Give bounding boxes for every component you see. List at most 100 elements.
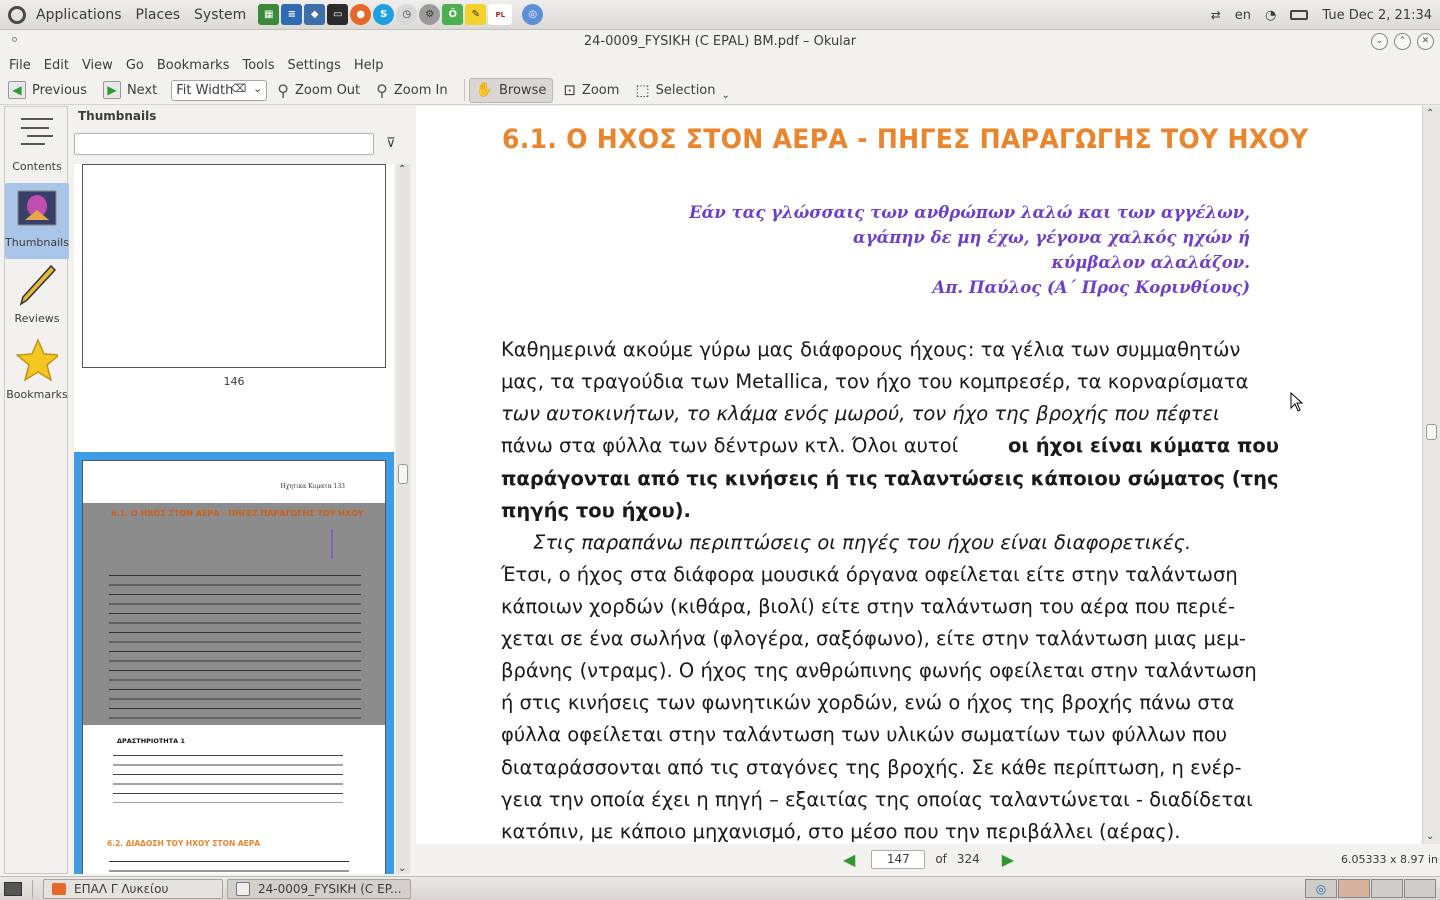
text-line: Στις παραπάνω περιπτώσεις οι πηγές του ή… — [533, 531, 1192, 554]
previous-page-arrow-icon[interactable]: ◀ — [843, 850, 855, 869]
zoom-mode-value: Fit Width — [176, 82, 234, 98]
text-line: των αυτοκινήτων, το κλάμα ενός μωρού, το… — [501, 402, 1220, 425]
menu-go[interactable]: Go — [126, 58, 144, 73]
workspace-1[interactable]: ◎ — [1305, 879, 1337, 898]
menu-tools[interactable]: Tools — [242, 58, 274, 73]
zoom-in-button[interactable]: ⚲ Zoom In — [370, 78, 453, 103]
chromium-launcher-icon[interactable]: ◎ — [522, 4, 544, 25]
system-menu[interactable]: System — [194, 7, 246, 23]
window-titlebar: 24-0009_FYSIKH (C EPAL) BM.pdf – Okular … — [0, 30, 1440, 54]
menu-edit[interactable]: Edit — [44, 58, 69, 73]
thumbnail-section2: 6.2. ΔΙΑΔΟΣΗ ΤΟΥ ΗΧΟΥ ΣΤΟΝ ΑΕΡΑ — [107, 839, 261, 848]
scroll-up-arrow[interactable]: ⌃ — [1426, 108, 1434, 119]
thumbnail-selection[interactable]: Ηχητικα Κυματα 133 6.1. Ο ΗΧΟΣ ΣΤΟΝ ΑΕΡΑ… — [74, 452, 394, 874]
previous-button[interactable]: ◀ Previous — [2, 78, 93, 103]
menu-view[interactable]: View — [82, 58, 113, 73]
next-page-arrow-icon[interactable]: ▶ — [1002, 850, 1014, 869]
text-line-bold: οι ήχοι είναι κύματα που — [1008, 434, 1279, 457]
section-heading: 6.1. Ο ΗΧΟΣ ΣΤΟΝ ΑΕΡΑ - ΠΗΓΕΣ ΠΑΡΑΓΩΓΗΣ … — [502, 124, 1309, 155]
chevron-down-icon[interactable]: ⌄ — [253, 82, 262, 95]
page-number-input[interactable]: 147 — [871, 849, 926, 869]
zoom-out-button[interactable]: ⚲ Zoom Out — [271, 78, 366, 103]
zoom-tool-label: Zoom — [581, 82, 620, 98]
ubuntu-logo-icon[interactable] — [8, 5, 26, 24]
pin-icon[interactable] — [12, 37, 17, 42]
thumbnail-section2-lines — [109, 857, 349, 874]
thumbnail-list[interactable]: 146 Ηχητικα Κυματα 133 6.1. Ο ΗΧΟΣ ΣΤΟΝ … — [74, 164, 394, 874]
show-desktop-icon[interactable] — [4, 881, 22, 896]
clear-icon[interactable]: ⌫ — [231, 82, 247, 95]
workspace-3[interactable] — [1371, 879, 1403, 898]
maximize-button[interactable]: ⌃ — [1394, 33, 1411, 50]
projectlibre-launcher-icon[interactable]: PL — [488, 4, 513, 25]
hand-icon: ✋ — [475, 82, 493, 98]
zoom-tool-icon: ⊡ — [563, 81, 576, 99]
filter-icon[interactable]: ⊽ — [386, 136, 406, 154]
settings-launcher-icon[interactable]: ⚙ — [419, 4, 441, 25]
network-tray-icon[interactable]: ⇄ — [1211, 8, 1221, 22]
menu-file[interactable]: File — [9, 58, 31, 73]
document-launcher-icon[interactable]: ≡ — [281, 4, 303, 25]
close-button[interactable]: ✕ — [1417, 33, 1434, 50]
quote-line: αγάπην δε μη έχω, γέγονα χαλκός ηχών ή — [853, 228, 1250, 247]
task-okular[interactable]: 24-0009_FYSIKH (C EP... — [227, 878, 411, 899]
page-size-label: 6.05333 x 8.97 in — [1340, 852, 1438, 866]
document-scrollbar[interactable]: ⌃ ⌄ — [1422, 106, 1440, 844]
task-folder[interactable]: ΕΠΑΛ Γ Λυκείου — [43, 878, 223, 899]
nav-reviews-label: Reviews — [14, 312, 60, 325]
thumbnail-search-input[interactable] — [74, 133, 374, 155]
minimize-button[interactable]: ⌄ — [1371, 33, 1388, 50]
zoom-mode-select[interactable]: Fit Width ⌫ ⌄ — [171, 79, 268, 101]
menu-bookmarks[interactable]: Bookmarks — [157, 58, 230, 73]
terminal-launcher-icon[interactable]: ▭ — [327, 4, 349, 25]
nav-thumbnails[interactable]: Thumbnails — [5, 183, 69, 259]
virtualbox-launcher-icon[interactable]: ◆ — [304, 4, 326, 25]
notes-launcher-icon[interactable]: ✎ — [465, 4, 487, 25]
text-line-bold: πηγής του ήχου). — [501, 499, 691, 522]
skype-launcher-icon[interactable]: S — [373, 4, 395, 25]
nav-reviews[interactable]: Reviews — [5, 259, 69, 335]
scroll-down-arrow[interactable]: ⌄ — [398, 863, 406, 874]
firefox-launcher-icon[interactable]: ● — [350, 4, 372, 25]
nav-contents[interactable]: Contents — [5, 107, 69, 183]
thumbnail-page-146[interactable] — [82, 164, 386, 368]
battery-icon[interactable] — [1290, 10, 1309, 20]
thumbnails-panel: Thumbnails ⊽ 146 Ηχητικα Κυματα 133 6.1.… — [72, 106, 412, 874]
clock-launcher-icon[interactable]: ◷ — [396, 4, 418, 25]
selection-tool-button[interactable]: ⬚ Selection ⌄ — [629, 78, 736, 103]
thumbnail-page-147[interactable]: Ηχητικα Κυματα 133 6.1. Ο ΗΧΟΣ ΣΤΟΝ ΑΕΡΑ… — [82, 460, 386, 874]
scroll-thumb[interactable] — [1426, 424, 1437, 440]
places-menu[interactable]: Places — [136, 7, 181, 23]
chevron-down-icon[interactable]: ⌄ — [722, 90, 730, 101]
next-button[interactable]: ▶ Next — [97, 78, 163, 103]
sticky-launcher-icon[interactable]: Ö — [442, 4, 464, 25]
pencil-icon — [16, 263, 58, 306]
scroll-thumb[interactable] — [398, 464, 408, 484]
spreadsheet-launcher-icon[interactable]: ▦ — [258, 4, 280, 25]
wifi-icon[interactable]: ◔ — [1265, 8, 1276, 23]
thumbnail-scrollbar[interactable]: ⌃ ⌄ — [396, 164, 410, 874]
thumbnail-quote — [193, 529, 333, 559]
menu-settings[interactable]: Settings — [288, 58, 341, 73]
workspace-2[interactable] — [1338, 879, 1370, 898]
clock-display[interactable]: Tue Dec 2, 21:34 — [1322, 8, 1432, 23]
browse-tool-button[interactable]: ✋ Browse — [468, 77, 554, 103]
keyboard-language[interactable]: en — [1235, 8, 1251, 23]
main-toolbar: ◀ Previous ▶ Next Fit Width ⌫ ⌄ ⚲ Zoom O… — [0, 76, 1440, 105]
text-line: Καθημερινά ακούμε γύρω μας διάφορους ήχο… — [501, 338, 1241, 361]
workspace-4[interactable] — [1404, 879, 1436, 898]
quote-line: Εάν τας γλώσσαις των ανθρώπων λαλώ και τ… — [689, 203, 1250, 222]
scroll-down-arrow[interactable]: ⌄ — [1426, 831, 1434, 842]
scroll-up-arrow[interactable]: ⌃ — [398, 164, 406, 175]
workspace-switcher[interactable]: ◎ — [1305, 879, 1436, 898]
mouse-cursor-icon — [1290, 392, 1304, 412]
selection-label: Selection — [655, 82, 716, 98]
thumbnail-number: 146 — [223, 375, 245, 388]
document-view[interactable]: 6.1. Ο ΗΧΟΣ ΣΤΟΝ ΑΕΡΑ - ΠΗΓΕΣ ΠΑΡΑΓΩΓΗΣ … — [416, 106, 1422, 844]
menu-help[interactable]: Help — [354, 58, 384, 73]
page-navigation-bar: ◀ 147 of 324 ▶ 6.05333 x 8.97 in — [416, 846, 1440, 872]
thumbnail-header: Ηχητικα Κυματα 133 — [280, 483, 345, 490]
zoom-tool-button[interactable]: ⊡ Zoom — [557, 78, 625, 103]
nav-bookmarks[interactable]: Bookmarks — [5, 335, 69, 411]
applications-menu[interactable]: Applications — [36, 7, 122, 23]
